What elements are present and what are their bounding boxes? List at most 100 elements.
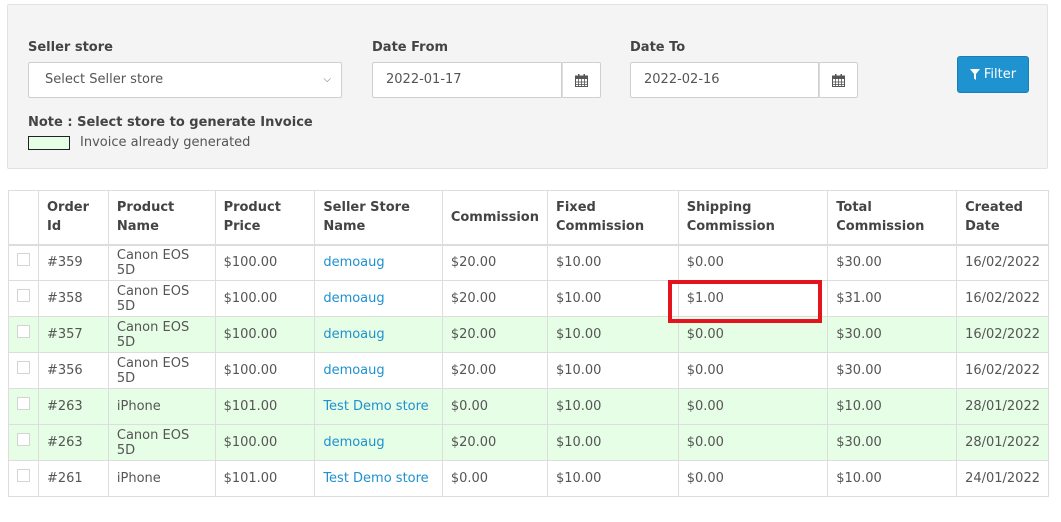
seller-store-value: Select Seller store [45,72,164,87]
fixed-commission-cell: $10.00 [546,460,679,497]
seller-store-link[interactable]: Test Demo store [323,399,428,414]
order-id-cell: #356 [38,352,109,389]
shipping-commission-cell: $1.00 [677,280,829,317]
seller-store-link[interactable]: demoaug [323,255,384,270]
seller-store-cell: demoaug [314,316,443,353]
fixed-commission-cell: $10.00 [546,352,679,389]
column-header-commission: Commission [441,190,548,245]
filter-panel: Seller store Select Seller store ⌵ Date … [7,4,1048,169]
calendar-icon [575,73,588,87]
column-header-total-commission: Total Commission [827,190,958,245]
date-from-label: Date From [372,40,449,55]
seller-store-link[interactable]: Test Demo store [323,471,428,486]
row-checkbox[interactable] [17,253,30,267]
shipping-commission-cell: $0.00 [677,460,829,497]
product-name-cell: iPhone [107,460,216,497]
fixed-commission-cell: $10.00 [546,424,679,461]
product-name-cell: Canon EOS 5D [107,316,216,353]
commission-cell: $0.00 [441,388,548,425]
shipping-commission-cell: $0.00 [677,388,829,425]
seller-store-link[interactable]: demoaug [323,435,384,450]
date-to-calendar-button[interactable] [819,62,858,98]
row-select-cell [8,280,39,317]
table-header-row: Order Id Product Name Product Price Seller … [8,190,1049,245]
shipping-commission-cell: $0.00 [677,244,829,281]
table-row: #263 Canon EOS 5D $100.00 demoaug $20.00 $10.… [8,424,1049,461]
product-price-cell: $100.00 [214,424,316,461]
total-commission-cell: $31.00 [827,280,958,317]
product-name-cell: Canon EOS 5D [107,424,216,461]
row-select-cell [8,316,39,353]
date-from-group: 2022-01-17 [372,62,601,98]
product-name-cell: Canon EOS 5D [107,280,216,317]
row-checkbox[interactable] [17,325,30,338]
row-select-cell [8,460,39,497]
table-row: #359 Canon EOS 5D $100.00 demoaug $20.00 $10.… [8,244,1049,281]
invoice-note: Note : Select store to generate Invoice [28,115,313,130]
legend: Invoice already generated [28,135,250,150]
order-id-cell: #359 [38,244,109,281]
total-commission-cell: $30.00 [827,424,958,461]
created-date-cell: 28/01/2022 [956,424,1049,461]
date-to-label: Date To [630,40,686,55]
column-header-shipping-commission: Shipping Commission [677,190,829,245]
seller-store-cell: demoaug [314,244,443,281]
order-id-cell: #358 [38,280,109,317]
legend-swatch [28,135,70,150]
order-id-cell: #263 [38,424,109,461]
seller-store-cell: Test Demo store [314,388,443,425]
commission-cell: $20.00 [441,352,548,389]
table-row: #356 Canon EOS 5D $100.00 demoaug $20.00 $10.… [8,352,1049,389]
commission-cell: $20.00 [441,424,548,461]
filter-button[interactable]: Filter [957,56,1029,93]
row-checkbox[interactable] [17,433,30,446]
table-row: #261 iPhone $101.00 Test Demo store $0.00 $10… [8,460,1049,497]
created-date-cell: 16/02/2022 [956,316,1049,353]
table-row: #263 iPhone $101.00 Test Demo store $0.00 $10… [8,388,1049,425]
seller-store-link[interactable]: demoaug [323,363,384,378]
product-price-cell: $100.00 [214,316,316,353]
seller-store-cell: demoaug [314,352,443,389]
total-commission-cell: $30.00 [827,244,958,281]
created-date-cell: 28/01/2022 [956,388,1049,425]
created-date-cell: 16/02/2022 [956,352,1049,389]
fixed-commission-cell: $10.00 [546,280,679,317]
total-commission-cell: $10.00 [827,460,958,497]
created-date-cell: 16/02/2022 [956,280,1049,317]
product-price-cell: $100.00 [214,280,316,317]
seller-store-label: Seller store [28,40,113,55]
commission-cell: $20.00 [441,244,548,281]
chevron-down-icon: ⌵ [323,74,331,85]
commission-table: Order Id Product Name Product Price Seller … [8,190,1049,497]
column-header-product-price: Product Price [214,190,316,245]
date-to-input[interactable]: 2022-02-16 [630,62,819,98]
row-checkbox[interactable] [17,397,30,410]
legend-text: Invoice already generated [80,135,251,150]
seller-store-link[interactable]: demoaug [323,291,384,306]
commission-cell: $20.00 [441,316,548,353]
seller-store-cell: demoaug [314,280,443,317]
row-select-cell [8,388,39,425]
seller-store-select[interactable]: Select Seller store ⌵ [28,62,342,98]
product-name-cell: iPhone [107,388,216,425]
seller-store-link[interactable]: demoaug [323,327,384,342]
column-header-created-date: Created Date [956,190,1049,245]
fixed-commission-cell: $10.00 [546,316,679,353]
select-column-header [8,190,39,245]
column-header-product-name: Product Name [107,190,216,245]
product-name-cell: Canon EOS 5D [107,352,216,389]
filter-button-label: Filter [983,67,1017,82]
date-from-calendar-button[interactable] [562,62,601,98]
order-id-cell: #263 [38,388,109,425]
calendar-icon [832,73,845,87]
row-checkbox[interactable] [17,361,30,374]
filter-icon [969,69,980,80]
row-checkbox[interactable] [17,289,30,302]
row-checkbox[interactable] [17,469,30,482]
commission-cell: $0.00 [441,460,548,497]
date-to-group: 2022-02-16 [630,62,858,98]
order-id-cell: #261 [38,460,109,497]
total-commission-cell: $10.00 [827,388,958,425]
date-from-input[interactable]: 2022-01-17 [372,62,562,98]
column-header-fixed-commission: Fixed Commission [546,190,679,245]
